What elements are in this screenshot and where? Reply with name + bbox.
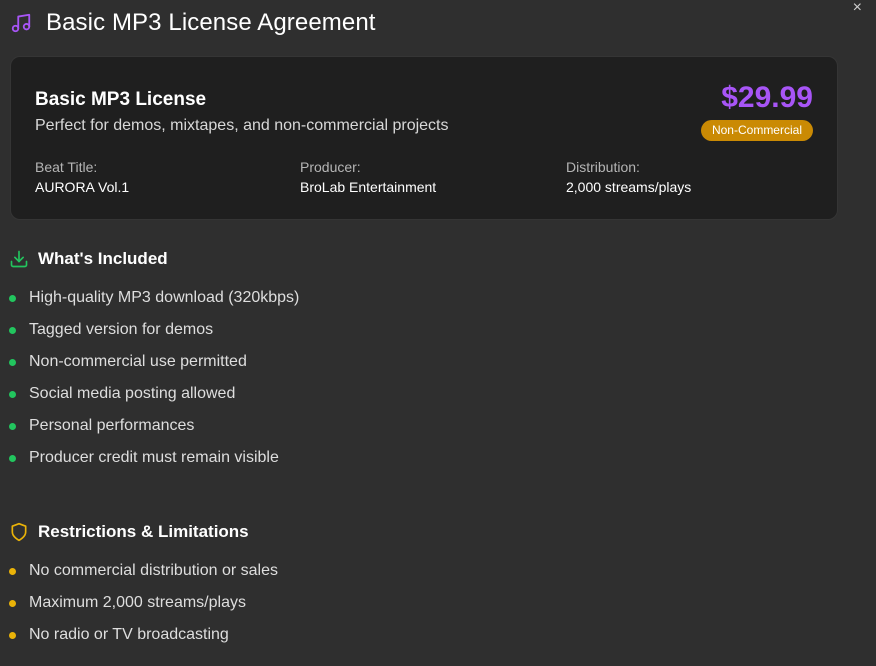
- detail-label: Producer:: [300, 159, 361, 175]
- list-item: No commercial distribution or sales: [9, 555, 278, 587]
- detail-value: 2,000 streams/plays: [566, 179, 692, 195]
- list-item: High-quality MP3 download (320kbps): [9, 282, 299, 314]
- included-title: What's Included: [38, 249, 168, 268]
- license-price: $29.99: [721, 81, 813, 114]
- shield-icon: [11, 522, 27, 542]
- included-list: High-quality MP3 download (320kbps) Tagg…: [9, 282, 299, 474]
- list-item-text: Tagged version for demos: [29, 321, 214, 338]
- list-item-text: Maximum 2,000 streams/plays: [29, 594, 246, 611]
- restrictions-title: Restrictions & Limitations: [38, 522, 249, 541]
- bullet-dot: [9, 631, 16, 639]
- list-item: Social media posting allowed: [9, 378, 299, 410]
- list-item: Personal performances: [9, 410, 299, 442]
- restrictions-list: No commercial distribution or sales Maxi…: [9, 555, 278, 651]
- license-description: Perfect for demos, mixtapes, and non-com…: [35, 117, 449, 134]
- music-note-icon: [11, 13, 31, 33]
- detail-distribution: Distribution: 2,000 streams/plays: [566, 159, 691, 195]
- detail-label: Distribution:: [566, 159, 640, 175]
- detail-value: AURORA Vol.1: [35, 179, 130, 195]
- bullet-dot: [9, 422, 16, 430]
- restrictions-section-header: Restrictions & Limitations: [9, 522, 249, 542]
- close-icon[interactable]: ×: [853, 0, 862, 16]
- bullet-dot: [9, 454, 16, 462]
- list-item-text: No radio or TV broadcasting: [29, 626, 229, 643]
- license-card: Basic MP3 License Perfect for demos, mix…: [10, 56, 838, 220]
- license-type-badge: Non-Commercial: [700, 120, 813, 141]
- list-item: Non-commercial use permitted: [9, 346, 299, 378]
- list-item-text: Personal performances: [29, 417, 195, 434]
- list-item-text: Social media posting allowed: [29, 385, 236, 402]
- download-icon: [10, 250, 28, 268]
- list-item: Tagged version for demos: [9, 314, 299, 346]
- bullet-dot: [9, 294, 16, 302]
- list-item: Producer credit must remain visible: [9, 442, 299, 474]
- detail-label: Beat Title:: [35, 159, 98, 175]
- detail-value: BroLab Entertainment: [300, 179, 437, 195]
- bullet-dot: [9, 326, 16, 334]
- list-item-text: High-quality MP3 download (320kbps): [29, 289, 300, 306]
- bullet-dot: [9, 567, 16, 575]
- included-section-header: What's Included: [9, 249, 168, 269]
- list-item: Maximum 2,000 streams/plays: [9, 587, 278, 619]
- bullet-dot: [9, 599, 16, 607]
- dialog-title: Basic MP3 License Agreement: [46, 9, 376, 36]
- list-item-text: Producer credit must remain visible: [29, 449, 279, 466]
- bullet-dot: [9, 390, 16, 398]
- detail-beat-title: Beat Title: AURORA Vol.1: [35, 159, 129, 195]
- bullet-dot: [9, 358, 16, 366]
- dialog-header: Basic MP3 License Agreement: [10, 6, 376, 40]
- detail-producer: Producer: BroLab Entertainment: [300, 159, 436, 195]
- list-item: No radio or TV broadcasting: [9, 619, 278, 651]
- list-item-text: No commercial distribution or sales: [29, 562, 278, 579]
- list-item-text: Non-commercial use permitted: [29, 353, 247, 370]
- license-name: Basic MP3 License: [35, 89, 207, 110]
